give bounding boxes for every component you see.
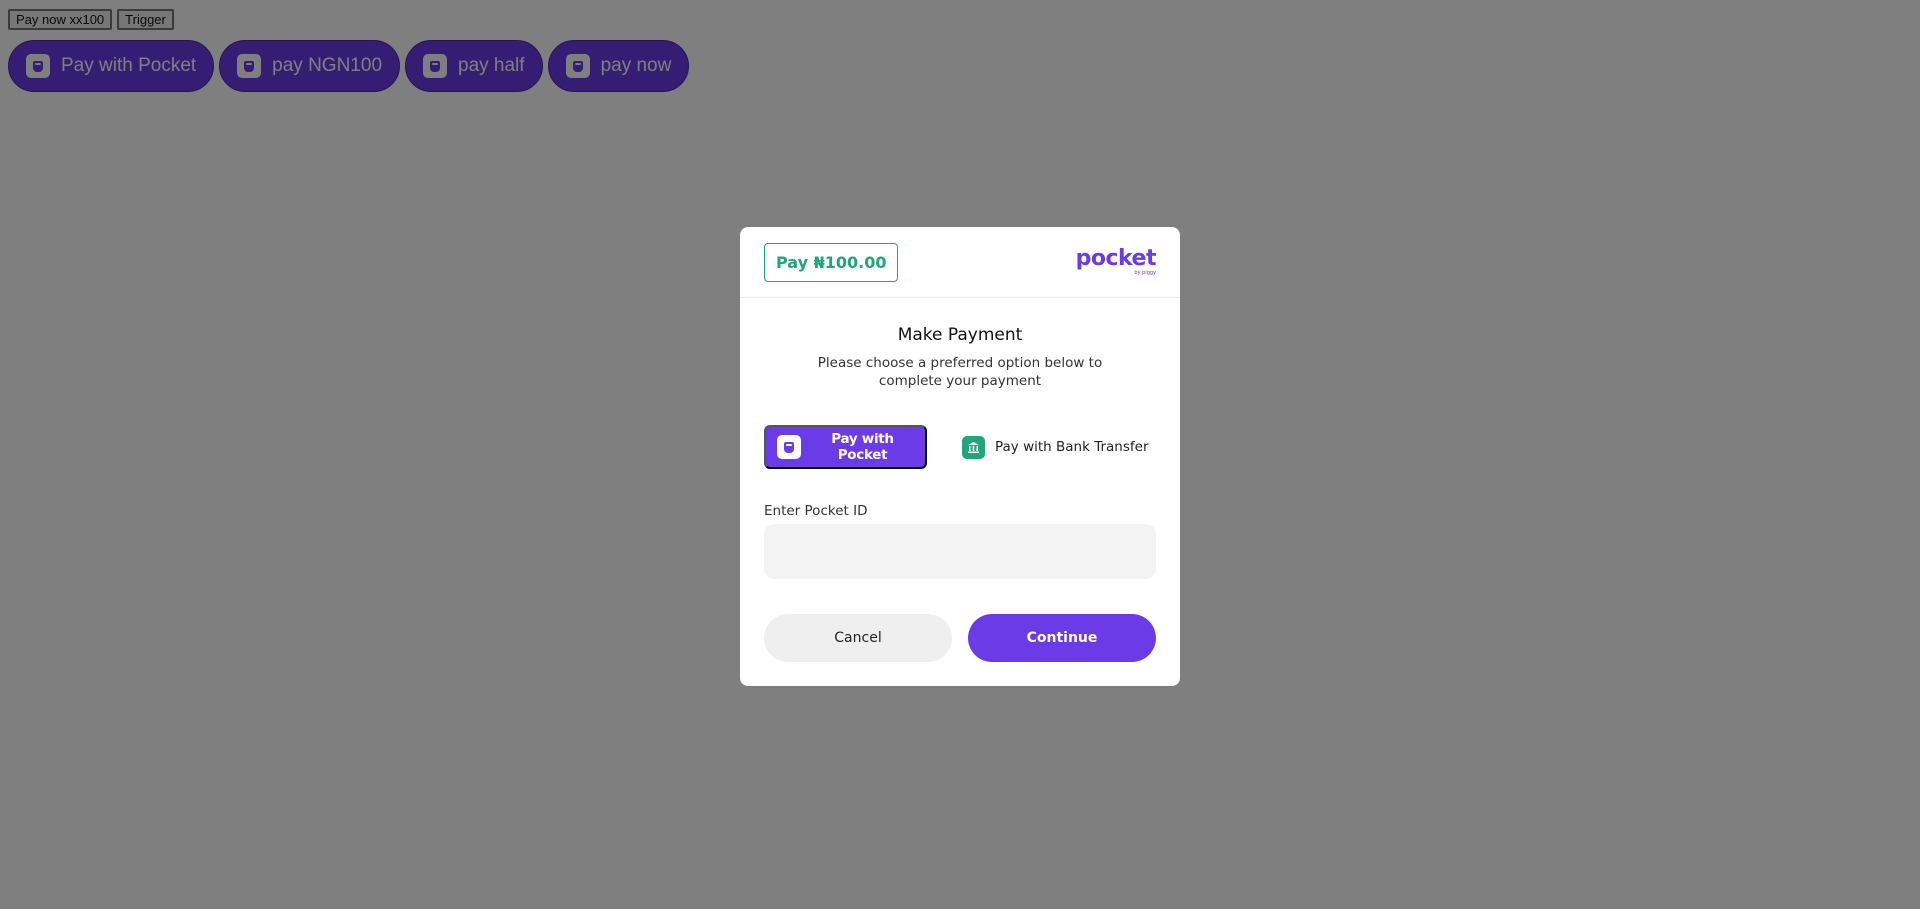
- pocket-logo: pocket by piggy: [1075, 246, 1157, 276]
- modal-actions: Cancel Continue: [740, 614, 1180, 662]
- cancel-button[interactable]: Cancel: [764, 614, 952, 662]
- payment-options: Pay with Pocket Pay with Bank Transfer: [740, 425, 1180, 469]
- pocket-id-input[interactable]: [764, 524, 1156, 579]
- bank-icon: [962, 435, 985, 459]
- option-pocket-label: Pay with Pocket: [831, 431, 894, 463]
- payment-modal: Pay ₦100.00 pocket by piggy Make Payment…: [740, 227, 1180, 686]
- pocket-id-label: Enter Pocket ID: [764, 503, 868, 519]
- wallet-icon: [777, 435, 801, 459]
- option-pay-with-pocket[interactable]: Pay with Pocket: [764, 425, 927, 469]
- modal-header: Pay ₦100.00 pocket by piggy: [740, 227, 1180, 298]
- option-bank-label: Pay with Bank Transfer: [995, 439, 1149, 455]
- logo-word: pocket: [1075, 246, 1157, 271]
- continue-button[interactable]: Continue: [968, 614, 1156, 662]
- modal-subtitle: Please choose a preferred option below t…: [817, 355, 1103, 389]
- logo-subtext: by piggy: [1134, 270, 1156, 276]
- option-pay-with-bank-transfer[interactable]: Pay with Bank Transfer: [962, 425, 1149, 469]
- modal-title: Make Payment: [897, 325, 1023, 345]
- amount-badge: Pay ₦100.00: [764, 242, 899, 282]
